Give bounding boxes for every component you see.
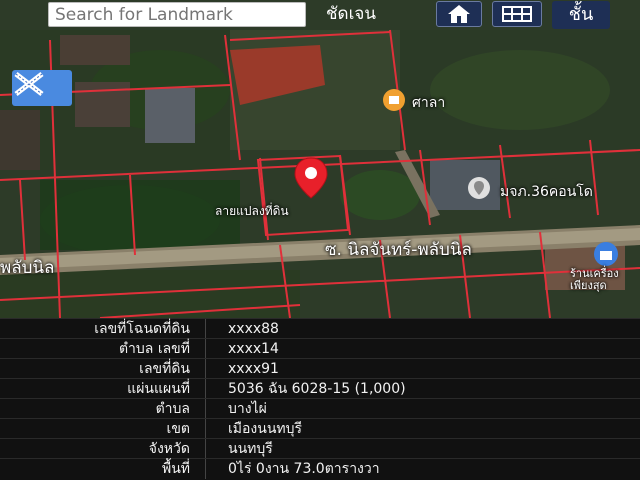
row-label: ตำบล [155, 401, 190, 417]
road-label-nilchan: ซ. นิลจันทร์-พลับนิล [325, 240, 472, 260]
row-divider [205, 419, 206, 439]
table-row: เลขที่ดิน xxxx91 [0, 358, 640, 379]
row-value: บางไผ่ [228, 401, 267, 417]
table-row: เลขที่โฉนดที่ดิน xxxx88 [0, 318, 640, 339]
row-divider [205, 359, 206, 379]
table-row: จังหวัด นนทบุรี [0, 438, 640, 459]
poi-label-shop: ร้านเครื่อง เพียงสุด [570, 267, 619, 292]
row-divider [205, 379, 206, 399]
poi-label-sala: ศาลา [412, 95, 446, 111]
row-divider [205, 459, 206, 479]
draw-tool-button[interactable] [12, 70, 72, 106]
row-divider [205, 399, 206, 419]
parcel-details-table: เลขที่โฉนดที่ดิน xxxx88 ตำบล เลขที่ xxxx… [0, 318, 640, 480]
row-value: นนทบุรี [228, 441, 273, 457]
search-input[interactable] [48, 2, 306, 27]
row-label: เขต [166, 421, 190, 437]
layer-button[interactable]: ชั้น [552, 1, 610, 29]
poi-orange-icon[interactable] [382, 88, 406, 112]
row-label: แผ่นแผนที่ [127, 381, 190, 397]
row-label: จังหวัด [148, 441, 190, 457]
parcel-label: ลายแปลงที่ดิน [215, 204, 289, 218]
row-value: 0ไร่ 0งาน 73.0ตารางวา [228, 461, 380, 477]
satellite-map[interactable]: ศาลา ลายแปลงที่ดิน มจภ.36คอนโด ซ. นิลจัน… [0, 0, 640, 318]
shop-icon[interactable] [593, 241, 619, 267]
row-value: 5036 ฉัน 6028-15 (1,000) [228, 381, 406, 397]
location-pin-icon[interactable] [293, 156, 329, 200]
home-button[interactable] [436, 1, 482, 27]
home-icon [448, 5, 470, 23]
row-value: xxxx91 [228, 361, 279, 377]
grid-button[interactable] [492, 1, 542, 27]
table-row: พื้นที่ 0ไร่ 0งาน 73.0ตารางวา [0, 458, 640, 479]
row-divider [205, 339, 206, 359]
row-label: เลขที่ดิน [139, 361, 190, 377]
row-label: พื้นที่ [161, 461, 190, 477]
row-divider [205, 319, 206, 339]
clear-button[interactable]: ชัดเจน [326, 2, 376, 27]
ruler-cross-icon [14, 72, 44, 96]
row-label: เลขที่โฉนดที่ดิน [94, 321, 190, 337]
road-label-phlapnil: พลับนิล [0, 258, 55, 278]
table-row: ตำบล เลขที่ xxxx14 [0, 338, 640, 359]
row-value: เมืองนนทบุรี [228, 421, 303, 437]
row-label: ตำบล เลขที่ [118, 341, 190, 357]
top-toolbar: ชัดเจน ชั้น [0, 0, 640, 30]
poi-label-condo: มจภ.36คอนโด [500, 184, 593, 200]
poi-grey-icon[interactable] [467, 176, 491, 200]
row-value: xxxx14 [228, 341, 279, 357]
row-divider [205, 439, 206, 459]
table-row: ตำบล บางไผ่ [0, 398, 640, 419]
table-row: แผ่นแผนที่ 5036 ฉัน 6028-15 (1,000) [0, 378, 640, 399]
row-value: xxxx88 [228, 321, 279, 337]
grid-icon [502, 6, 532, 22]
table-row: เขต เมืองนนทบุรี [0, 418, 640, 439]
